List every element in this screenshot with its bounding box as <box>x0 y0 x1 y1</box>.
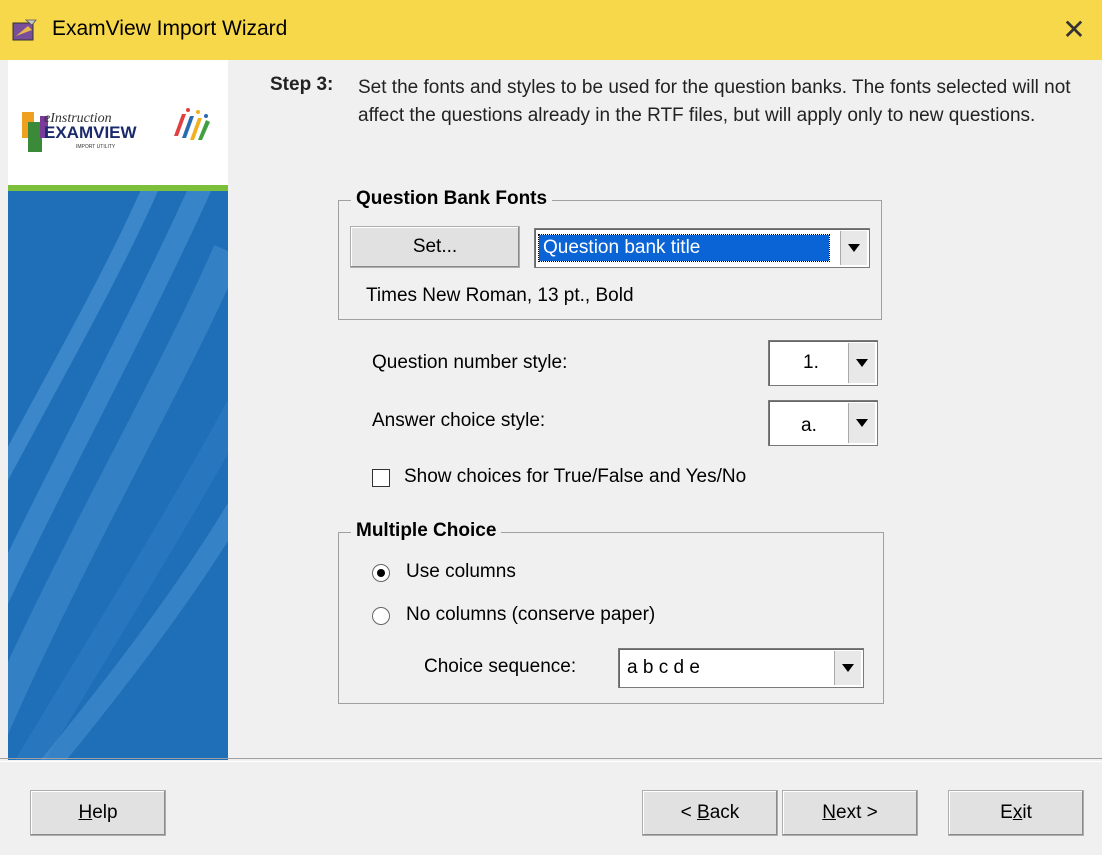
question-number-style-select[interactable]: 1. <box>768 340 878 386</box>
chevron-down-icon[interactable] <box>848 343 875 383</box>
no-columns-radio[interactable] <box>372 607 390 625</box>
step-label: Step 3: <box>270 74 334 95</box>
examview-logo: eInstruction EXAMVIEW IMPORT UTILITY <box>22 108 210 152</box>
window-title: ExamView Import Wizard <box>52 17 288 40</box>
logo-text-2: EXAMVIEW <box>44 123 138 142</box>
choice-sequence-label: Choice sequence: <box>424 656 577 677</box>
show-choices-checkbox[interactable] <box>372 469 390 487</box>
exit-button[interactable]: Ex it <box>948 790 1084 836</box>
choice-sequence-value: a b c d e <box>627 657 700 678</box>
font-description: Times New Roman, 13 pt., Bold <box>366 285 634 306</box>
use-columns-radio[interactable] <box>372 564 390 582</box>
question-number-style-label: Question number style: <box>372 352 568 373</box>
font-target-select[interactable]: Question bank title <box>534 228 870 268</box>
set-font-button[interactable]: Set... <box>350 226 520 268</box>
answer-choice-style-select[interactable]: a. <box>768 400 878 446</box>
question-number-style-value: 1. <box>803 352 819 373</box>
help-button[interactable]: Help <box>30 790 166 836</box>
next-button[interactable]: Next > <box>782 790 918 836</box>
font-target-value: Question bank title <box>538 234 830 262</box>
group-title: Question Bank Fonts <box>351 188 553 210</box>
app-icon <box>12 19 37 41</box>
answer-choice-style-label: Answer choice style: <box>372 410 546 431</box>
show-choices-label[interactable]: Show choices for True/False and Yes/No <box>404 466 746 488</box>
logo-text-3: IMPORT UTILITY <box>76 144 116 150</box>
decorative-swoosh <box>8 191 228 760</box>
answer-choice-style-value: a. <box>801 415 817 436</box>
chevron-down-icon[interactable] <box>840 231 867 265</box>
choice-sequence-select[interactable]: a b c d e <box>618 648 864 688</box>
chevron-down-icon[interactable] <box>834 651 861 685</box>
footer-separator <box>0 758 1102 762</box>
back-button[interactable]: < Back <box>642 790 778 836</box>
close-icon[interactable]: ✕ <box>1054 10 1094 50</box>
group-title: Multiple Choice <box>351 520 502 542</box>
step-text: Set the fonts and styles to be used for … <box>358 77 1071 126</box>
chevron-down-icon[interactable] <box>848 403 875 443</box>
use-columns-label[interactable]: Use columns <box>406 561 516 583</box>
logo-area: eInstruction EXAMVIEW IMPORT UTILITY <box>8 60 228 185</box>
title-bar: ExamView Import Wizard ✕ <box>0 0 1102 60</box>
side-panel: eInstruction EXAMVIEW IMPORT UTILITY <box>8 60 228 760</box>
no-columns-label[interactable]: No columns (conserve paper) <box>406 604 655 626</box>
